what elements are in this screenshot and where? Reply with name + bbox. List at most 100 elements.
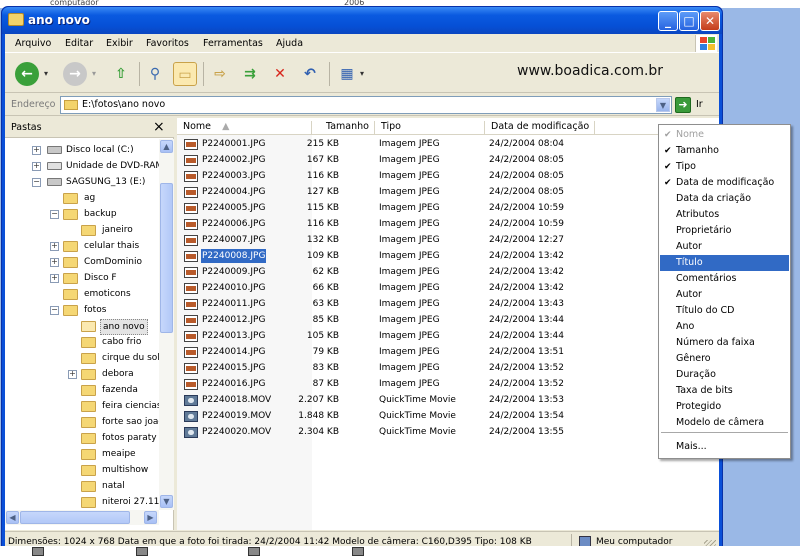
menu-item-taxa-bits[interactable]: Taxa de bits bbox=[660, 383, 789, 399]
menu-item-data-modificacao[interactable]: ✔ Data de modificação bbox=[660, 175, 789, 191]
column-context-menu: ✔ Nome ✔ Tamanho ✔ Tipo ✔ Data de modificaçã… bbox=[658, 124, 791, 459]
file-row[interactable]: P2240013.JPG 105 KB Imagem JPEG 24/2/2004 1… bbox=[177, 328, 597, 344]
menu-item-tamanho[interactable]: ✔ Tamanho bbox=[660, 143, 789, 159]
jpeg-file-icon bbox=[184, 331, 198, 342]
scroll-thumb[interactable] bbox=[160, 183, 173, 333]
chevron-down-icon[interactable]: ▼ bbox=[656, 98, 670, 112]
copy-to-icon[interactable]: ⇉ bbox=[238, 62, 262, 86]
file-row[interactable]: P2240012.JPG 85 KB Imagem JPEG 24/2/2004 13… bbox=[177, 312, 597, 328]
file-row[interactable]: P2240007.JPG 132 KB Imagem JPEG 24/2/2004 1… bbox=[177, 232, 597, 248]
scroll-down-icon[interactable]: ▼ bbox=[160, 495, 173, 508]
menu-item-data-criacao[interactable]: Data da criação bbox=[660, 191, 789, 207]
delete-icon[interactable]: ✕ bbox=[268, 62, 292, 86]
folders-pane-title: Pastas bbox=[11, 122, 42, 133]
file-row[interactable]: P2240014.JPG 79 KB Imagem JPEG 24/2/2004 13… bbox=[177, 344, 597, 360]
title-bar[interactable]: ano novo _ □ ✕ bbox=[2, 7, 722, 34]
file-row[interactable]: P2240020.MOV 2.304 KB QuickTime Movie 24/2/… bbox=[177, 424, 597, 440]
folders-icon[interactable]: ▭ bbox=[173, 62, 197, 86]
menu-item-proprietario[interactable]: Proprietário bbox=[660, 223, 789, 239]
back-arrow-icon[interactable]: ← bbox=[15, 62, 39, 86]
menu-item-autor-2[interactable]: Autor bbox=[660, 287, 789, 303]
menu-item-ano[interactable]: Ano bbox=[660, 319, 789, 335]
tree-vertical-scrollbar[interactable]: ▲ ▼ bbox=[159, 139, 174, 510]
file-date: 24/2/2004 13:42 bbox=[489, 251, 564, 261]
expand-icon[interactable]: + bbox=[50, 258, 59, 267]
file-row[interactable]: P2240009.JPG 62 KB Imagem JPEG 24/2/2004 13… bbox=[177, 264, 597, 280]
collapse-icon[interactable]: − bbox=[50, 306, 59, 315]
menu-ajuda[interactable]: Ajuda bbox=[276, 38, 303, 49]
tree-item-label: natal bbox=[102, 481, 125, 491]
minimize-button[interactable]: _ bbox=[658, 11, 678, 31]
scroll-thumb[interactable] bbox=[20, 511, 130, 524]
close-icon[interactable]: × bbox=[153, 119, 165, 135]
menu-ferramentas[interactable]: Ferramentas bbox=[203, 38, 263, 49]
column-header-type[interactable]: Tipo bbox=[375, 121, 485, 135]
menu-item-protegido[interactable]: Protegido bbox=[660, 399, 789, 415]
folders-pane: Pastas × + Disco local (C:) + Unidade de D… bbox=[5, 118, 174, 530]
scroll-left-icon[interactable]: ◀ bbox=[6, 511, 19, 524]
expand-icon[interactable]: + bbox=[50, 274, 59, 283]
file-row[interactable]: P2240016.JPG 87 KB Imagem JPEG 24/2/2004 13… bbox=[177, 376, 597, 392]
file-row-selected[interactable]: P2240008.JPG 109 KB Imagem JPEG 24/2/2004 1… bbox=[177, 248, 597, 264]
file-row[interactable]: P2240004.JPG 127 KB Imagem JPEG 24/2/2004 0… bbox=[177, 184, 597, 200]
menu-item-autor[interactable]: Autor bbox=[660, 239, 789, 255]
forward-arrow-icon[interactable]: → bbox=[63, 62, 87, 86]
go-button[interactable]: Ir bbox=[696, 99, 703, 110]
collapse-icon[interactable]: − bbox=[32, 178, 41, 187]
file-row[interactable]: P2240001.JPG 215 KB Imagem JPEG 24/2/2004 0… bbox=[177, 136, 597, 152]
file-row[interactable]: P2240018.MOV 2.207 KB QuickTime Movie 24/2/… bbox=[177, 392, 597, 408]
file-row[interactable]: P2240002.JPG 167 KB Imagem JPEG 24/2/2004 0… bbox=[177, 152, 597, 168]
close-button[interactable]: ✕ bbox=[700, 11, 720, 31]
file-row[interactable]: P2240005.JPG 115 KB Imagem JPEG 24/2/2004 1… bbox=[177, 200, 597, 216]
menu-item-duracao[interactable]: Duração bbox=[660, 367, 789, 383]
views-dropdown-icon[interactable]: ▾ bbox=[357, 62, 367, 86]
menu-item-genero[interactable]: Gênero bbox=[660, 351, 789, 367]
address-input[interactable]: E:\fotos\ano novo ▼ bbox=[60, 96, 672, 114]
menu-item-numero-faixa[interactable]: Número da faixa bbox=[660, 335, 789, 351]
back-dropdown-icon[interactable]: ▾ bbox=[41, 62, 51, 86]
forward-dropdown-icon[interactable]: ▾ bbox=[89, 62, 99, 86]
file-row[interactable]: P2240006.JPG 116 KB Imagem JPEG 24/2/2004 1… bbox=[177, 216, 597, 232]
file-row[interactable]: P2240011.JPG 63 KB Imagem JPEG 24/2/2004 13… bbox=[177, 296, 597, 312]
expand-icon[interactable]: + bbox=[32, 146, 41, 155]
expand-icon[interactable]: + bbox=[50, 242, 59, 251]
menu-exibir[interactable]: Exibir bbox=[106, 38, 133, 49]
file-row[interactable]: P2240019.MOV 1.848 KB QuickTime Movie 24/2/… bbox=[177, 408, 597, 424]
folder-icon bbox=[8, 13, 24, 26]
file-row[interactable]: P2240015.JPG 83 KB Imagem JPEG 24/2/2004 13… bbox=[177, 360, 597, 376]
menu-item-nome[interactable]: ✔ Nome bbox=[660, 127, 789, 143]
folder-icon bbox=[81, 353, 96, 364]
search-icon[interactable]: ⚲ bbox=[143, 62, 167, 86]
toolbar: ← ▾ → ▾ ⇧ ⚲ ▭ ⇨ ⇉ ✕ ↶ ▦ ▾ www.boadica.co… bbox=[5, 54, 719, 93]
file-size: 105 KB bbox=[306, 331, 339, 341]
move-to-icon[interactable]: ⇨ bbox=[208, 62, 232, 86]
file-row[interactable]: P2240003.JPG 116 KB Imagem JPEG 24/2/2004 0… bbox=[177, 168, 597, 184]
go-arrow-icon[interactable]: ➜ bbox=[675, 97, 691, 113]
undo-icon[interactable]: ↶ bbox=[298, 62, 322, 86]
menu-item-atributos[interactable]: Atributos bbox=[660, 207, 789, 223]
menu-item-mais[interactable]: Mais... bbox=[660, 439, 789, 455]
scroll-up-icon[interactable]: ▲ bbox=[160, 140, 173, 153]
file-name: P2240014.JPG bbox=[202, 347, 266, 357]
column-header-date[interactable]: Data de modificação bbox=[485, 121, 595, 135]
file-row[interactable]: P2240010.JPG 66 KB Imagem JPEG 24/2/2004 13… bbox=[177, 280, 597, 296]
scroll-right-icon[interactable]: ▶ bbox=[144, 511, 157, 524]
menu-item-comentarios[interactable]: Comentários bbox=[660, 271, 789, 287]
menu-arquivo[interactable]: Arquivo bbox=[15, 38, 51, 49]
expand-icon[interactable]: + bbox=[32, 162, 41, 171]
menu-item-tipo[interactable]: ✔ Tipo bbox=[660, 159, 789, 175]
menu-editar[interactable]: Editar bbox=[65, 38, 93, 49]
menu-item-titulo-cd[interactable]: Título do CD bbox=[660, 303, 789, 319]
menu-favoritos[interactable]: Favoritos bbox=[146, 38, 189, 49]
menu-item-titulo[interactable]: Título bbox=[660, 255, 789, 271]
menu-item-modelo-camera[interactable]: Modelo de câmera bbox=[660, 415, 789, 431]
tree-horizontal-scrollbar[interactable]: ◀ ▶ bbox=[5, 510, 159, 525]
up-folder-icon[interactable]: ⇧ bbox=[109, 62, 133, 86]
expand-icon[interactable]: + bbox=[68, 370, 77, 379]
collapse-icon[interactable]: − bbox=[50, 210, 59, 219]
views-icon[interactable]: ▦ bbox=[335, 62, 359, 86]
window-body: Arquivo Editar Exibir Favoritos Ferramen… bbox=[5, 34, 719, 552]
maximize-button[interactable]: □ bbox=[679, 11, 699, 31]
column-header-size[interactable]: Tamanho bbox=[312, 121, 375, 135]
column-header-name[interactable]: Nome ▲ bbox=[177, 121, 312, 135]
